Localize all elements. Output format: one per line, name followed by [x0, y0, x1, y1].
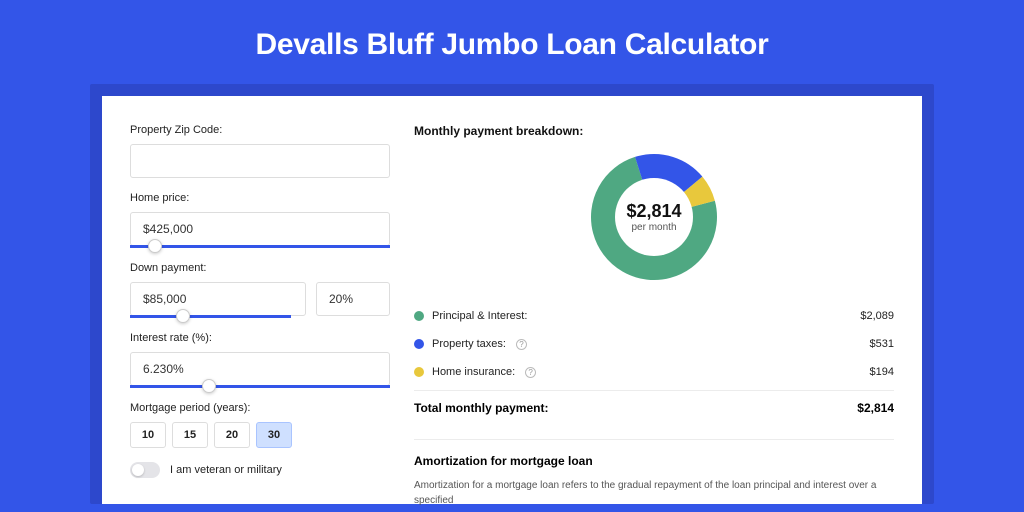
- inputs-column: Property Zip Code: Home price: Down paym…: [130, 124, 390, 504]
- total-label: Total monthly payment:: [414, 401, 548, 415]
- zip-label: Property Zip Code:: [130, 124, 390, 136]
- interest-rate-input[interactable]: [130, 352, 390, 386]
- donut-center: $2,814 per month: [615, 178, 693, 256]
- dot-green-icon: [414, 311, 424, 321]
- interest-rate-slider[interactable]: [130, 385, 390, 388]
- info-icon[interactable]: ?: [525, 367, 536, 378]
- page-title: Devalls Bluff Jumbo Loan Calculator: [0, 0, 1024, 84]
- down-payment-slider-thumb[interactable]: [176, 309, 190, 323]
- dot-blue-icon: [414, 339, 424, 349]
- line-value: $2,089: [860, 310, 894, 322]
- total-value: $2,814: [857, 401, 894, 415]
- period-btn-30[interactable]: 30: [256, 422, 292, 448]
- down-payment-group: Down payment:: [130, 262, 390, 318]
- line-label: Property taxes:: [432, 338, 506, 350]
- zip-field-group: Property Zip Code:: [130, 124, 390, 178]
- down-payment-label: Down payment:: [130, 262, 390, 274]
- down-payment-slider[interactable]: [130, 315, 291, 318]
- veteran-label: I am veteran or military: [170, 464, 282, 476]
- period-btn-10[interactable]: 10: [130, 422, 166, 448]
- veteran-toggle-knob: [132, 464, 144, 476]
- zip-input[interactable]: [130, 144, 390, 178]
- dot-yellow-icon: [414, 367, 424, 377]
- period-label: Mortgage period (years):: [130, 402, 390, 414]
- line-property-taxes: Property taxes: ? $531: [414, 330, 894, 358]
- veteran-toggle[interactable]: [130, 462, 160, 478]
- interest-rate-slider-thumb[interactable]: [202, 379, 216, 393]
- line-label: Home insurance:: [432, 366, 515, 378]
- line-value: $531: [870, 338, 894, 350]
- amortization-title: Amortization for mortgage loan: [414, 454, 894, 468]
- donut-amount: $2,814: [626, 201, 681, 222]
- card-shadow: Property Zip Code: Home price: Down paym…: [90, 84, 934, 504]
- home-price-slider-thumb[interactable]: [148, 239, 162, 253]
- donut-sub: per month: [631, 222, 676, 233]
- line-label: Principal & Interest:: [432, 310, 527, 322]
- line-value: $194: [870, 366, 894, 378]
- total-row: Total monthly payment: $2,814: [414, 390, 894, 425]
- down-payment-input[interactable]: [130, 282, 306, 316]
- interest-rate-label: Interest rate (%):: [130, 332, 390, 344]
- line-home-insurance: Home insurance: ? $194: [414, 358, 894, 386]
- calculator-card: Property Zip Code: Home price: Down paym…: [102, 96, 922, 504]
- line-principal-interest: Principal & Interest: $2,089: [414, 302, 894, 330]
- breakdown-column: Monthly payment breakdown: $2,814 per mo…: [414, 124, 894, 504]
- home-price-label: Home price:: [130, 192, 390, 204]
- home-price-slider[interactable]: [130, 245, 390, 248]
- donut-wrap: $2,814 per month: [414, 152, 894, 282]
- down-payment-pct-input[interactable]: [316, 282, 390, 316]
- breakdown-title: Monthly payment breakdown:: [414, 124, 894, 138]
- period-group: Mortgage period (years): 10 15 20 30: [130, 402, 390, 448]
- interest-rate-group: Interest rate (%):: [130, 332, 390, 388]
- period-btn-20[interactable]: 20: [214, 422, 250, 448]
- period-btn-15[interactable]: 15: [172, 422, 208, 448]
- veteran-toggle-row: I am veteran or military: [130, 462, 390, 478]
- home-price-group: Home price:: [130, 192, 390, 248]
- info-icon[interactable]: ?: [516, 339, 527, 350]
- home-price-input[interactable]: [130, 212, 390, 246]
- period-buttons: 10 15 20 30: [130, 422, 390, 448]
- donut-chart: $2,814 per month: [589, 152, 719, 282]
- amortization-section: Amortization for mortgage loan Amortizat…: [414, 439, 894, 508]
- amortization-text: Amortization for a mortgage loan refers …: [414, 478, 894, 508]
